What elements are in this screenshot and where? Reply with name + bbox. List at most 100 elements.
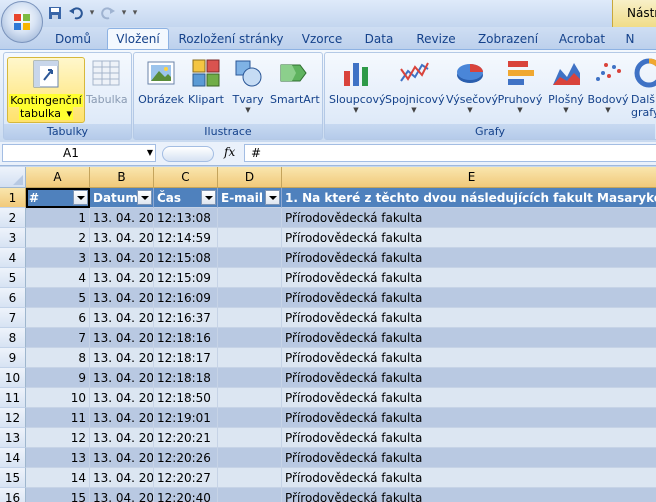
- table-cell[interactable]: 13. 04. 201: [90, 428, 154, 448]
- table-header-cell[interactable]: Čas: [154, 188, 218, 208]
- tab-domu[interactable]: Domů: [48, 29, 98, 49]
- column-chart-button[interactable]: Sloupcový ▼: [329, 57, 386, 121]
- bar-chart-button[interactable]: Pruhový ▼: [496, 57, 544, 121]
- row-header[interactable]: 12: [0, 408, 26, 428]
- table-cell[interactable]: 9: [26, 368, 90, 388]
- other-charts-button[interactable]: Dalš grafy: [631, 57, 656, 121]
- table-cell[interactable]: 11: [26, 408, 90, 428]
- table-cell[interactable]: 3: [26, 248, 90, 268]
- table-cell[interactable]: 13. 04. 201: [90, 408, 154, 428]
- table-cell[interactable]: 5: [26, 288, 90, 308]
- filter-dropdown-icon[interactable]: [73, 190, 88, 205]
- table-cell[interactable]: [218, 488, 282, 502]
- table-cell[interactable]: 13. 04. 201: [90, 268, 154, 288]
- table-button[interactable]: Tabulka: [86, 57, 128, 121]
- line-chart-button[interactable]: Spojnicový ▼: [385, 57, 445, 121]
- table-cell[interactable]: Přírodovědecká fakulta: [282, 488, 656, 502]
- column-header-a[interactable]: A: [26, 167, 90, 188]
- table-cell[interactable]: 10: [26, 388, 90, 408]
- table-cell[interactable]: 8: [26, 348, 90, 368]
- row-header[interactable]: 4: [0, 248, 26, 268]
- table-cell[interactable]: 12: [26, 428, 90, 448]
- filter-dropdown-icon[interactable]: [137, 190, 152, 205]
- row-header[interactable]: 7: [0, 308, 26, 328]
- table-cell[interactable]: [218, 328, 282, 348]
- table-cell[interactable]: 12:20:27: [154, 468, 218, 488]
- table-cell[interactable]: 14: [26, 468, 90, 488]
- tab-data[interactable]: Data: [358, 29, 400, 49]
- customize-qat-icon[interactable]: ▾: [131, 4, 139, 22]
- row-header[interactable]: 13: [0, 428, 26, 448]
- table-cell[interactable]: 2: [26, 228, 90, 248]
- table-cell[interactable]: 12:14:59: [154, 228, 218, 248]
- table-cell[interactable]: Přírodovědecká fakulta: [282, 308, 656, 328]
- scatter-chart-button[interactable]: Bodový ▼: [587, 57, 629, 121]
- table-cell[interactable]: Přírodovědecká fakulta: [282, 328, 656, 348]
- column-header-c[interactable]: C: [154, 167, 218, 188]
- table-cell[interactable]: 12:19:01: [154, 408, 218, 428]
- table-cell[interactable]: [218, 208, 282, 228]
- tab-zobrazeni[interactable]: Zobrazení: [472, 29, 544, 49]
- table-cell[interactable]: 12:16:09: [154, 288, 218, 308]
- table-cell[interactable]: [218, 228, 282, 248]
- table-cell[interactable]: Přírodovědecká fakulta: [282, 448, 656, 468]
- table-cell[interactable]: Přírodovědecká fakulta: [282, 348, 656, 368]
- column-header-e[interactable]: E: [282, 167, 656, 188]
- table-cell[interactable]: Přírodovědecká fakulta: [282, 248, 656, 268]
- name-box[interactable]: A1 ▼: [2, 144, 156, 162]
- table-cell[interactable]: 13. 04. 201: [90, 228, 154, 248]
- table-header-cell[interactable]: E-mail: [218, 188, 282, 208]
- column-header-b[interactable]: B: [90, 167, 154, 188]
- table-cell[interactable]: 13. 04. 201: [90, 328, 154, 348]
- table-cell[interactable]: 13. 04. 201: [90, 248, 154, 268]
- row-header[interactable]: 15: [0, 468, 26, 488]
- table-cell[interactable]: 13. 04. 201: [90, 488, 154, 502]
- tab-next[interactable]: N: [620, 29, 640, 49]
- table-cell[interactable]: 15: [26, 488, 90, 502]
- table-cell[interactable]: 13. 04. 201: [90, 468, 154, 488]
- redo-dropdown-icon[interactable]: ▾: [120, 4, 128, 22]
- tab-revize[interactable]: Revize: [411, 29, 461, 49]
- table-cell[interactable]: 12:18:18: [154, 368, 218, 388]
- name-box-dropdown-icon[interactable]: ▼: [147, 148, 153, 157]
- table-cell[interactable]: 12:13:08: [154, 208, 218, 228]
- column-header-d[interactable]: D: [218, 167, 282, 188]
- table-cell[interactable]: 13. 04. 201: [90, 208, 154, 228]
- tab-rozlozeni-stranky[interactable]: Rozložení stránky: [176, 29, 286, 49]
- table-cell[interactable]: 12:20:40: [154, 488, 218, 502]
- pivot-table-button[interactable]: Kontingenční tabulka ▾: [7, 57, 85, 123]
- formula-input[interactable]: #: [244, 144, 656, 162]
- table-cell[interactable]: 7: [26, 328, 90, 348]
- row-header[interactable]: 11: [0, 388, 26, 408]
- table-cell[interactable]: 13. 04. 201: [90, 308, 154, 328]
- pie-chart-button[interactable]: Výsečový ▼: [446, 57, 498, 121]
- table-cell[interactable]: Přírodovědecká fakulta: [282, 388, 656, 408]
- filter-dropdown-icon[interactable]: [265, 190, 280, 205]
- undo-icon[interactable]: [67, 4, 85, 22]
- row-header[interactable]: 10: [0, 368, 26, 388]
- row-header[interactable]: 3: [0, 228, 26, 248]
- table-cell[interactable]: 12:20:26: [154, 448, 218, 468]
- picture-button[interactable]: Obrázek: [138, 57, 184, 121]
- table-cell[interactable]: 12:16:37: [154, 308, 218, 328]
- row-header[interactable]: 1: [0, 188, 26, 208]
- table-cell[interactable]: [218, 408, 282, 428]
- row-header[interactable]: 8: [0, 328, 26, 348]
- table-cell[interactable]: Přírodovědecká fakulta: [282, 468, 656, 488]
- row-header[interactable]: 5: [0, 268, 26, 288]
- table-header-cell[interactable]: #: [26, 188, 90, 208]
- table-cell[interactable]: 1: [26, 208, 90, 228]
- table-cell[interactable]: Přírodovědecká fakulta: [282, 228, 656, 248]
- table-cell[interactable]: 6: [26, 308, 90, 328]
- table-cell[interactable]: 13. 04. 201: [90, 348, 154, 368]
- table-cell[interactable]: 12:18:16: [154, 328, 218, 348]
- tab-acrobat[interactable]: Acrobat: [554, 29, 610, 49]
- table-cell[interactable]: 12:15:09: [154, 268, 218, 288]
- row-header[interactable]: 2: [0, 208, 26, 228]
- tab-vzorce[interactable]: Vzorce: [297, 29, 347, 49]
- office-button[interactable]: [1, 1, 43, 43]
- table-cell[interactable]: [218, 388, 282, 408]
- filter-dropdown-icon[interactable]: [201, 190, 216, 205]
- table-cell[interactable]: 12:18:17: [154, 348, 218, 368]
- table-cell[interactable]: [218, 248, 282, 268]
